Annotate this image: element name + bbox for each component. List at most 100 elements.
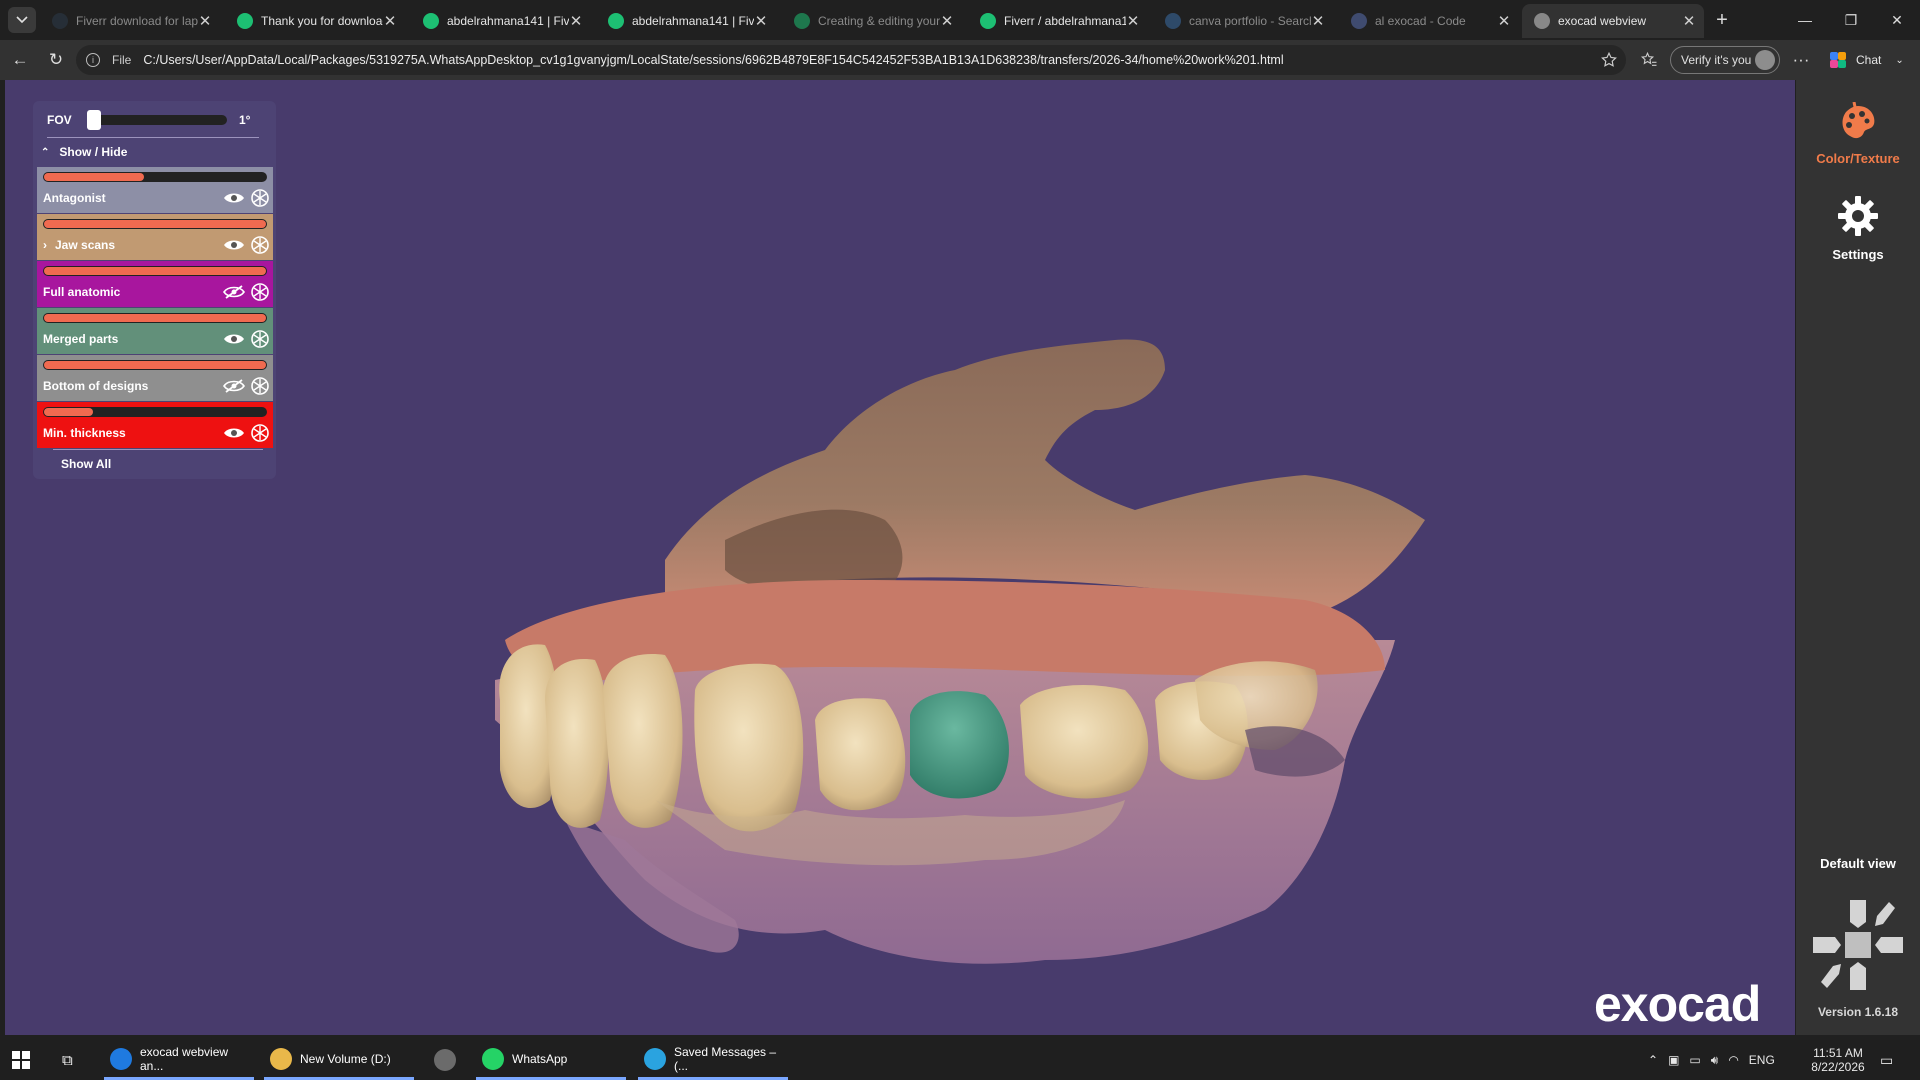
- taskbar-app-telegram[interactable]: Saved Messages – (...: [638, 1040, 788, 1080]
- freeze-icon[interactable]: [251, 424, 269, 442]
- taskbar-app-file-explorer[interactable]: New Volume (D:): [264, 1040, 414, 1080]
- battery-icon[interactable]: ▭: [1689, 1053, 1700, 1067]
- browser-tab[interactable]: al exocad - Code ✕: [1339, 4, 1519, 38]
- eye-icon[interactable]: [223, 425, 245, 441]
- address-bar[interactable]: i File C:/Users/User/AppData/Local/Packa…: [76, 45, 1626, 75]
- tab-favicon-icon: [608, 13, 624, 29]
- tab-close-icon[interactable]: ✕: [569, 12, 583, 30]
- layer-row[interactable]: Antagonist: [37, 167, 273, 213]
- chevron-down-icon: ⌄: [1895, 54, 1904, 66]
- color-texture-label: Color/Texture: [1816, 151, 1900, 166]
- fov-control: FOV 1°: [47, 110, 267, 130]
- plus-icon: +: [1716, 8, 1728, 31]
- app-icon: [644, 1047, 666, 1070]
- url-text[interactable]: C:/Users/User/AppData/Local/Packages/531…: [143, 53, 1523, 67]
- tab-actions-menu[interactable]: [8, 7, 36, 33]
- fov-slider[interactable]: [87, 110, 227, 130]
- eye-icon[interactable]: [223, 237, 245, 253]
- eye-off-icon[interactable]: [223, 378, 245, 394]
- tab-title: abdelrahmana141 | Fiver: [447, 14, 569, 28]
- browser-tab[interactable]: Fiverr / abdelrahmana14 ✕: [968, 4, 1148, 38]
- divider: [53, 449, 263, 450]
- tab-close-icon[interactable]: ✕: [1311, 12, 1325, 30]
- close-icon: ✕: [1891, 11, 1903, 28]
- layer-transparency-slider[interactable]: [43, 219, 267, 229]
- layer-row[interactable]: Min. thickness: [37, 402, 273, 448]
- layer-label-group: Merged parts: [43, 332, 118, 346]
- browser-tab[interactable]: abdelrahmana141 | Fiver ✕: [411, 4, 591, 38]
- favorite-star-icon[interactable]: [1600, 51, 1618, 69]
- browser-tab[interactable]: abdelrahmana141 | Fiver ✕: [596, 4, 776, 38]
- freeze-icon[interactable]: [251, 330, 269, 348]
- browser-tab[interactable]: Creating & editing your ✕: [782, 4, 962, 38]
- tab-title: Fiverr download for lapt: [76, 14, 198, 28]
- wifi-icon[interactable]: ◠: [1728, 1053, 1738, 1067]
- copilot-chat-button[interactable]: Chat ⌄: [1828, 48, 1904, 72]
- start-button[interactable]: [12, 1040, 36, 1080]
- layer-transparency-slider[interactable]: [43, 407, 267, 417]
- taskbar-app-whatsapp[interactable]: WhatsApp: [476, 1040, 626, 1080]
- chevron-up-icon: ⌃: [41, 146, 50, 158]
- taskbar-app-edge[interactable]: exocad webview an...: [104, 1040, 254, 1080]
- layer-row[interactable]: Merged parts: [37, 308, 273, 354]
- refresh-button[interactable]: ↻: [44, 48, 68, 72]
- layers-panel: FOV 1° ⌃ Show / Hide Antagonist › Jaw scan…: [33, 101, 276, 479]
- fov-slider-handle[interactable]: [87, 110, 101, 130]
- color-texture-button[interactable]: Color/Texture: [1796, 101, 1920, 166]
- tab-close-icon[interactable]: ✕: [1682, 12, 1696, 30]
- layer-label-group: Full anatomic: [43, 285, 120, 299]
- layer-row[interactable]: › Jaw scans: [37, 214, 273, 260]
- volume-icon[interactable]: 🔊︎: [1711, 1053, 1719, 1068]
- chevron-right-icon[interactable]: ›: [43, 238, 47, 252]
- system-tray: ⌃ ▣ ▭ 🔊︎ ◠ ENG: [1648, 1040, 1789, 1080]
- restore-window-button[interactable]: ❐: [1828, 0, 1874, 40]
- info-icon[interactable]: i: [86, 53, 100, 67]
- taskbar-app-media[interactable]: [428, 1040, 468, 1080]
- new-tab-button[interactable]: +: [1702, 0, 1742, 40]
- tab-close-icon[interactable]: ✕: [1126, 12, 1140, 30]
- browser-tab[interactable]: Fiverr download for lapt ✕: [40, 4, 220, 38]
- divider: [47, 137, 259, 138]
- layer-transparency-slider[interactable]: [43, 360, 267, 370]
- tab-close-icon[interactable]: ✕: [198, 12, 212, 30]
- language-indicator[interactable]: ENG: [1749, 1053, 1775, 1067]
- layer-label: Jaw scans: [55, 238, 116, 252]
- task-view-button[interactable]: ⧉: [62, 1040, 86, 1080]
- eye-icon[interactable]: [223, 190, 245, 206]
- tab-close-icon[interactable]: ✕: [940, 12, 954, 30]
- eye-icon[interactable]: [223, 331, 245, 347]
- layer-row[interactable]: Bottom of designs: [37, 355, 273, 401]
- browser-tab[interactable]: exocad webview ✕: [1522, 4, 1704, 38]
- notifications-button[interactable]: ▭: [1880, 1040, 1893, 1080]
- verify-profile-button[interactable]: Verify it's you: [1670, 46, 1780, 74]
- freeze-icon[interactable]: [251, 377, 269, 395]
- layer-row[interactable]: Full anatomic: [37, 261, 273, 307]
- tab-close-icon[interactable]: ✕: [1497, 12, 1511, 30]
- freeze-icon[interactable]: [251, 236, 269, 254]
- layer-transparency-slider[interactable]: [43, 266, 267, 276]
- show-hide-toggle[interactable]: ⌃ Show / Hide: [41, 145, 127, 159]
- chevron-up-icon[interactable]: ⌃: [1648, 1053, 1658, 1067]
- tab-close-icon[interactable]: ✕: [754, 12, 768, 30]
- favorites-list-icon[interactable]: [1640, 51, 1658, 69]
- meet-now-icon[interactable]: ▣: [1668, 1053, 1679, 1067]
- eye-off-icon[interactable]: [223, 284, 245, 300]
- exocad-logo: exocad: [1594, 976, 1761, 1032]
- layer-transparency-slider[interactable]: [43, 313, 267, 323]
- taskbar-app-label: exocad webview an...: [140, 1044, 229, 1073]
- freeze-icon[interactable]: [251, 189, 269, 207]
- tab-close-icon[interactable]: ✕: [383, 12, 397, 30]
- minimize-window-button[interactable]: —: [1782, 0, 1828, 40]
- layer-label: Min. thickness: [43, 426, 126, 440]
- close-window-button[interactable]: ✕: [1874, 0, 1920, 40]
- layer-transparency-slider[interactable]: [43, 172, 267, 182]
- browser-tab[interactable]: canva portfolio - Search ✕: [1153, 4, 1333, 38]
- show-all-button[interactable]: Show All: [61, 457, 111, 471]
- view-cube-icon[interactable]: [1805, 892, 1911, 998]
- freeze-icon[interactable]: [251, 283, 269, 301]
- browser-tab[interactable]: Thank you for download ✕: [225, 4, 405, 38]
- settings-button[interactable]: Settings: [1796, 194, 1920, 262]
- clock[interactable]: 11:51 AM 8/22/2026: [1806, 1040, 1870, 1080]
- back-button[interactable]: ←: [8, 48, 32, 72]
- more-options-button[interactable]: ···: [1789, 48, 1813, 72]
